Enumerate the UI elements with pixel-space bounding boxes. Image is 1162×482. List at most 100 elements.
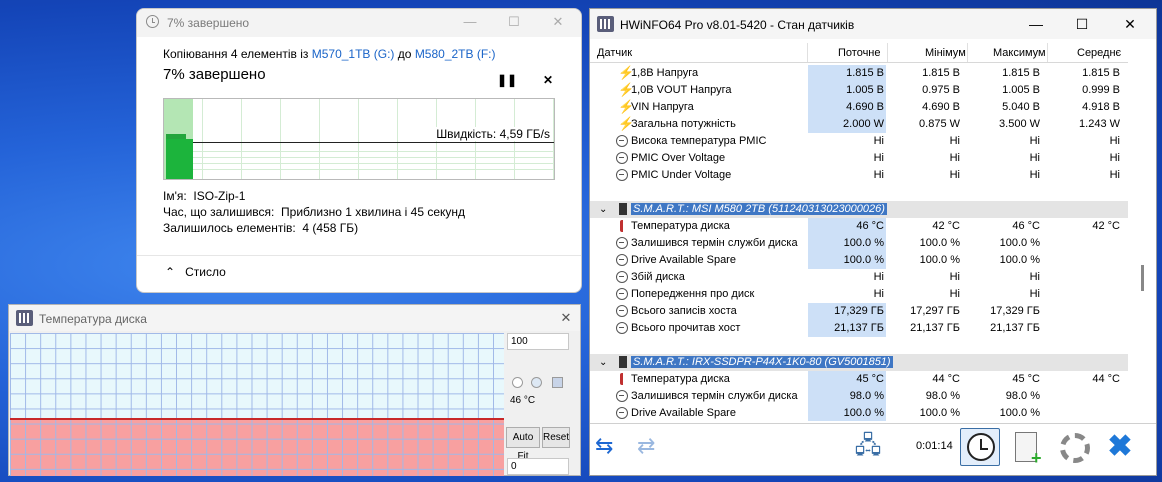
sensor-row[interactable] (590, 184, 1128, 201)
fewer-details-button[interactable]: ⌃ Стисло (165, 265, 226, 279)
items-label: Залишилось елементів: (163, 221, 296, 235)
sensor-row[interactable]: Температура диска 46 °C 42 °C 46 °C 42 °C (590, 218, 1128, 235)
sensor-label: Всього прочитав хост (631, 322, 741, 334)
auto-fit-button[interactable]: Auto Fit (506, 427, 540, 462)
close-button[interactable]: ✕ (547, 13, 569, 31)
option-radio-1[interactable] (512, 377, 523, 388)
section-title: S.M.A.R.T.: MSI M580 2TB (51124031302300… (631, 203, 887, 215)
sensor-avg-value: Ні (1109, 169, 1120, 181)
column-divider[interactable] (967, 43, 968, 62)
speed-line (193, 142, 554, 143)
graph-gridline (319, 99, 320, 179)
sensor-label: 1,8В Напруга (631, 67, 699, 79)
sensor-list: ⚡ 1,8В Напруга 1.815 В 1.815 В 1.815 В 1.815 … (590, 65, 1128, 421)
header-min[interactable]: Мінімум (925, 47, 966, 59)
sensor-row[interactable]: Попередження про диск Ні Ні Ні (590, 286, 1128, 303)
clock-icon[interactable] (960, 428, 1000, 466)
sensor-cur-value: 100.0 % (843, 254, 884, 266)
sensor-row[interactable]: Висока температура PMIC Ні Ні Ні Ні (590, 133, 1128, 150)
header-avg[interactable]: Середнє (1077, 47, 1121, 59)
header-current[interactable]: Поточне (838, 47, 881, 59)
sensor-row[interactable]: ⚡ VIN Напруга 4.690 В 4.690 В 5.040 В 4.918 В (590, 99, 1128, 116)
sensor-section-header[interactable]: ⌄ S.M.A.R.T.: MSI M580 2TB (5112403130230… (590, 201, 1128, 218)
close-x-icon[interactable]: ✖ (1100, 428, 1140, 466)
sensor-label: PMIC Under Voltage (631, 169, 732, 181)
temp-window-title: Температура диска (39, 312, 147, 326)
sensor-row[interactable]: PMIC Under Voltage Ні Ні Ні Ні (590, 167, 1128, 184)
option-checkbox[interactable] (552, 377, 563, 388)
network-icon[interactable]: 🖧 (848, 428, 888, 466)
hwinfo-window-title: HWiNFO64 Pro v8.01-5420 - Стан датчиків (620, 18, 855, 32)
settings-gear-icon[interactable] (1054, 428, 1094, 466)
sensor-cur-value: 100.0 % (843, 407, 884, 419)
hwinfo-close-button[interactable]: ✕ (1118, 15, 1142, 33)
sensor-min-value: 4.690 В (922, 101, 960, 113)
sensor-row[interactable]: Температура диска 45 °C 44 °C 45 °C 44 °C (590, 371, 1128, 388)
pause-icon[interactable]: ❚❚ (497, 73, 517, 87)
scrollbar-thumb[interactable] (1141, 265, 1144, 291)
hwinfo-title-bar: HWiNFO64 Pro v8.01-5420 - Стан датчиків … (590, 9, 1156, 39)
status-circle-icon (616, 135, 628, 147)
copy-window-title: 7% завершено (167, 16, 250, 30)
maximize-button[interactable]: ☐ (503, 13, 525, 31)
collapse-chevron-icon[interactable]: ⌄ (599, 357, 607, 368)
speed-area-top (166, 134, 186, 139)
sensor-row[interactable]: ⚡ 1,0В VOUT Напруга 1.005 В 0.975 В 1.005 В 0… (590, 82, 1128, 99)
status-circle-icon (616, 254, 628, 266)
sensor-min-value: 0.975 В (922, 84, 960, 96)
add-report-icon[interactable]: + (1006, 428, 1046, 467)
status-circle-icon (616, 390, 628, 402)
sensor-min-value: 42 °C (932, 220, 960, 232)
minimize-button[interactable]: — (459, 13, 481, 31)
voltage-bolt-icon: ⚡ (618, 65, 635, 80)
column-divider[interactable] (887, 43, 888, 62)
temperature-graph (10, 333, 504, 476)
sensor-row[interactable]: Всього записів хоста 17,329 ГБ 17,297 ГБ 17… (590, 303, 1128, 320)
sensor-row[interactable]: ⚡ 1,8В Напруга 1.815 В 1.815 В 1.815 В 1.815 … (590, 65, 1128, 82)
collapse-chevron-icon[interactable]: ⌄ (599, 204, 607, 215)
sensor-row[interactable]: Всього прочитав хост 21,137 ГБ 21,137 ГБ 21… (590, 320, 1128, 337)
graph-min-value: 0 (507, 458, 569, 475)
header-max[interactable]: Максимум (993, 47, 1046, 59)
sensor-section-header[interactable]: ⌄ S.M.A.R.T.: IRX-SSDPR-P44X-1K0-80 (GV50… (590, 354, 1128, 371)
hwinfo-app-icon (597, 16, 614, 32)
sensor-min-value: 100.0 % (919, 407, 960, 419)
hwinfo-sensors-window: HWiNFO64 Pro v8.01-5420 - Стан датчиків … (589, 8, 1157, 476)
sensor-row[interactable] (590, 337, 1128, 354)
speed-area (166, 139, 193, 179)
close-icon[interactable]: ✕ (543, 73, 553, 87)
sensor-row[interactable]: ⚡ Загальна потужність 2.000 W 0.875 W 3.500 … (590, 116, 1128, 133)
sensor-row[interactable]: Залишився термін служби диска 100.0 % 100.… (590, 235, 1128, 252)
source-link[interactable]: M570_1TB (G:) (312, 47, 395, 61)
arrows-collapse-icon[interactable]: ⇄ (636, 428, 676, 466)
sensor-max-value: 3.500 W (999, 118, 1040, 130)
hwinfo-toolbar: ⇆ ⇄ 🖧 0:01:14 + ✖ (590, 423, 1156, 475)
sensor-avg-value: 4.918 В (1082, 101, 1120, 113)
hwinfo-maximize-button[interactable]: ☐ (1070, 15, 1094, 33)
header-sensor[interactable]: Датчик (597, 47, 632, 59)
sensor-max-value: 100.0 % (999, 407, 1040, 419)
chevron-up-icon: ⌃ (165, 265, 176, 279)
sensor-row[interactable]: Збій диска Ні Ні Ні (590, 269, 1128, 286)
sensor-cur-value: 1.005 В (846, 84, 884, 96)
sensor-row[interactable]: PMIC Over Voltage Ні Ні Ні Ні (590, 150, 1128, 167)
hwinfo-minimize-button[interactable]: — (1024, 15, 1048, 33)
sensor-max-value: 46 °C (1012, 220, 1040, 232)
sensor-scrollbar[interactable] (1134, 65, 1152, 421)
arrows-expand-icon[interactable]: ⇆ (594, 428, 634, 466)
copy-title-bar: 7% завершено — ☐ ✕ (137, 9, 581, 37)
sensor-row[interactable]: Drive Available Spare 100.0 % 100.0 % 100.0… (590, 405, 1128, 421)
sensor-cur-value: Ні (873, 271, 884, 283)
sensor-row[interactable]: Залишився термін служби диска 98.0 % 98.0 … (590, 388, 1128, 405)
dest-link[interactable]: M580_2TB (F:) (415, 47, 496, 61)
column-divider[interactable] (1047, 43, 1048, 62)
sensor-max-value: 21,137 ГБ (990, 322, 1040, 334)
temp-close-button[interactable]: ✕ (555, 309, 577, 327)
time-label: Час, що залишився: (163, 205, 275, 219)
sensor-min-value: 44 °C (932, 373, 960, 385)
option-radio-2[interactable] (531, 377, 542, 388)
reset-button[interactable]: Reset (542, 427, 570, 448)
column-divider[interactable] (807, 43, 808, 62)
sensor-cur-value: 98.0 % (849, 390, 884, 402)
sensor-row[interactable]: Drive Available Spare 100.0 % 100.0 % 100.0… (590, 252, 1128, 269)
